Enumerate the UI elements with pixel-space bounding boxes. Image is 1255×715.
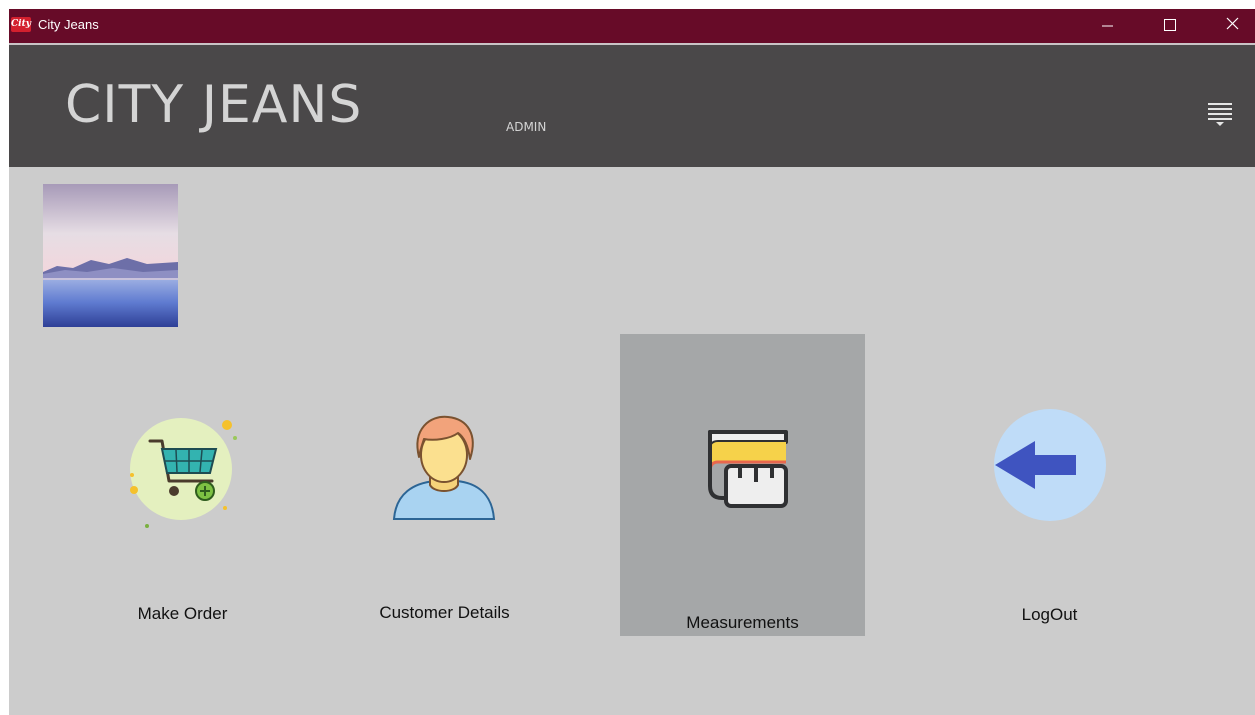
- profile-avatar[interactable]: [43, 184, 178, 327]
- minimize-icon: [1102, 25, 1113, 27]
- close-icon: [1226, 17, 1239, 30]
- logout-label: LogOut: [1021, 605, 1078, 624]
- app-header: CITY JEANS ADMIN: [9, 45, 1255, 167]
- window-title: City Jeans: [38, 17, 99, 32]
- make-order-label: Make Order: [137, 604, 228, 623]
- customer-details-tile[interactable]: Customer Details: [322, 335, 567, 637]
- measuring-tape-icon: [708, 430, 788, 508]
- measurements-label: Measurements: [686, 613, 799, 632]
- role-label: ADMIN: [506, 120, 547, 134]
- menu-button[interactable]: [1206, 99, 1234, 129]
- back-arrow-icon: [994, 409, 1106, 521]
- measurements-tile[interactable]: Measurements: [620, 334, 865, 636]
- logout-tile[interactable]: LogOut: [927, 335, 1172, 637]
- title-bar[interactable]: City City Jeans: [9, 9, 1255, 43]
- hamburger-menu-icon: [1208, 103, 1232, 126]
- shopping-cart-icon: [130, 418, 237, 528]
- app-window: City City Jeans CITY JEANS ADMIN Make Or…: [9, 9, 1255, 715]
- maximize-button[interactable]: [1147, 9, 1193, 43]
- landscape-image: [43, 184, 178, 327]
- customer-details-label: Customer Details: [379, 603, 510, 622]
- app-logo-icon: City: [11, 17, 31, 32]
- make-order-tile[interactable]: Make Order: [60, 335, 305, 637]
- brand-title: CITY JEANS: [65, 75, 363, 135]
- close-button[interactable]: [1209, 9, 1255, 43]
- user-icon: [392, 415, 496, 520]
- maximize-icon: [1164, 19, 1176, 31]
- minimize-button[interactable]: [1084, 9, 1130, 43]
